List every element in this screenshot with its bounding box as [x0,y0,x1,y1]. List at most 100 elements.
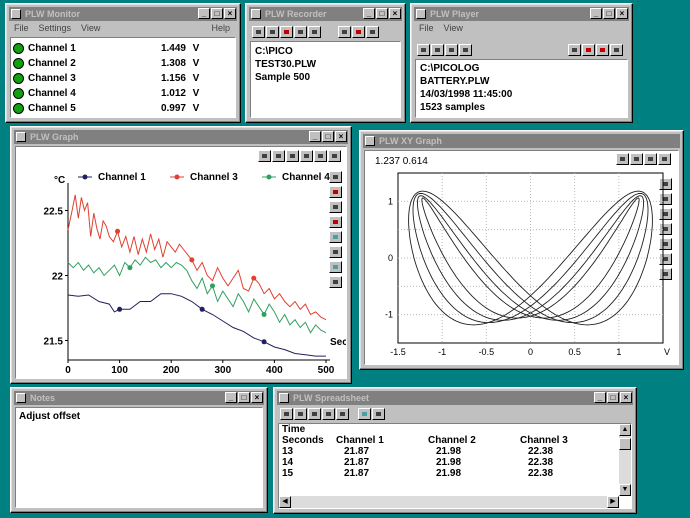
first-row-icon[interactable] [280,408,293,420]
menu-help[interactable]: Help [211,22,230,35]
stop-icon[interactable] [596,44,609,56]
recorder-title-bar[interactable]: PLW Recorder _ □ × [249,7,402,21]
system-menu-icon[interactable] [251,9,261,19]
minimize-button[interactable]: _ [309,131,321,142]
header-channel-3: Channel 3 [520,435,568,446]
play-icon[interactable] [582,44,595,56]
channel-row: Channel 4 1.012 V [11,86,235,101]
notes-text-area[interactable]: Adjust offset [15,407,263,508]
cell-value: 21.87 [344,446,370,457]
help-icon[interactable] [366,26,379,38]
x-tick-label: 300 [214,365,231,376]
player-title-bar[interactable]: PLW Player _ □ × [414,7,629,21]
maximize-button[interactable]: □ [322,131,334,142]
close-button[interactable]: × [389,8,401,19]
system-menu-icon[interactable] [365,136,375,146]
scroll-down-icon[interactable]: ▼ [619,484,631,496]
scroll-left-icon[interactable]: ◀ [279,496,291,508]
series-marker [117,306,123,312]
scroll-right-icon[interactable]: ▶ [607,496,619,508]
header-blank [334,424,426,435]
rewind-icon[interactable] [568,44,581,56]
minimize-button[interactable]: _ [198,8,210,19]
filter-icon[interactable] [358,408,371,420]
close-button[interactable]: × [335,131,347,142]
system-menu-icon[interactable] [11,9,21,19]
vertical-scrollbar[interactable]: ▲ ▼ [619,424,631,496]
channel-label: Channel 3 [28,73,76,84]
minimize-button[interactable]: _ [594,392,606,403]
scroll-up-icon[interactable]: ▲ [619,424,631,436]
channel-label: Channel 5 [28,103,76,114]
notes-window[interactable]: Notes _ □ × Adjust offset [10,387,268,513]
print-icon[interactable] [372,408,385,420]
monitor-title-bar[interactable]: PLW Monitor _ □ × [9,7,237,21]
y-tick-label: 21.5 [44,337,64,348]
prev-row-icon[interactable] [294,408,307,420]
table-header-row: Time [280,424,570,435]
maximize-button[interactable]: □ [211,8,223,19]
table-header-row: Seconds Channel 1 Channel 2 Channel 3 [280,435,570,446]
settings-icon[interactable] [338,26,351,38]
minimize-button[interactable]: _ [363,8,375,19]
record-icon[interactable] [280,26,293,38]
maximize-button[interactable]: □ [603,8,615,19]
header-blank [518,424,570,435]
recorder-window[interactable]: PLW Recorder _ □ × C:\PICO TEST30.PLW Samp… [245,3,406,123]
channel-unit: V [192,88,200,99]
new-file-icon[interactable] [252,26,265,38]
graph-area: °C Channel 1 Channel 3 Channel 4 0 100 200 30… [15,146,347,379]
close-button[interactable]: × [251,392,263,403]
maximize-button[interactable]: □ [238,392,250,403]
legend-marker [266,174,272,180]
system-menu-icon[interactable] [416,9,426,19]
maximize-button[interactable]: □ [376,8,388,19]
x-tick-label: 1 [616,347,621,357]
xy-lissajous-chart: -1.5 -1 -0.5 0 0.5 1 V 1 0 -1 [385,172,670,357]
cell-value: 21.87 [344,457,370,468]
close-button[interactable]: × [224,8,236,19]
open-file-icon[interactable] [266,26,279,38]
menu-file[interactable]: File [419,22,434,35]
open-file-icon[interactable] [431,44,444,56]
menu-view[interactable]: View [444,22,463,35]
close-button[interactable]: × [620,392,632,403]
notes-title-bar[interactable]: Notes _ □ × [14,391,264,405]
xy-graph-title-bar[interactable]: PLW XY Graph [363,134,680,148]
minimize-button[interactable]: _ [225,392,237,403]
player-window[interactable]: PLW Player _ □ × File View C:\PICOLOG BATT… [410,3,633,123]
save-icon[interactable] [445,44,458,56]
last-row-icon[interactable] [322,408,335,420]
menu-settings[interactable]: Settings [39,22,72,35]
system-menu-icon[interactable] [16,132,26,142]
trigger-icon[interactable] [352,26,365,38]
spreadsheet-window[interactable]: PLW Spreadsheet _ □ × Time Seconds Channel … [273,387,637,514]
system-menu-icon[interactable] [279,393,289,403]
horizontal-scrollbar[interactable]: ◀ ▶ [279,496,619,508]
x-tick-label: 500 [318,365,335,376]
pause-icon[interactable] [294,26,307,38]
spreadsheet-title-bar[interactable]: PLW Spreadsheet _ □ × [277,391,633,405]
minimize-button[interactable]: _ [590,8,602,19]
stop-icon[interactable] [308,26,321,38]
graph-window[interactable]: PLW Graph _ □ × °C Channel 1 Channel 3 Chann… [10,126,352,384]
next-row-icon[interactable] [308,408,321,420]
player-path: C:\PICOLOG [420,63,480,74]
print-icon[interactable] [459,44,472,56]
copy-icon[interactable] [336,408,349,420]
status-led-icon [13,88,24,99]
system-menu-icon[interactable] [16,393,26,403]
monitor-window[interactable]: PLW Monitor _ □ × File Settings View Help … [5,3,241,123]
close-button[interactable]: × [616,8,628,19]
xy-graph-window[interactable]: PLW XY Graph 1.237 0.614 -1.5 -1 -0.5 0 0.5 1… [359,130,684,370]
maximize-button[interactable]: □ [607,392,619,403]
new-file-icon[interactable] [417,44,430,56]
menu-file[interactable]: File [14,22,29,35]
x-tick-label: 200 [163,365,180,376]
help-icon[interactable] [610,44,623,56]
menu-view[interactable]: View [81,22,100,35]
scroll-thumb[interactable] [619,438,631,450]
header-channel-2: Channel 2 [428,435,476,446]
x-tick-label: -1 [438,347,446,357]
graph-title-bar[interactable]: PLW Graph _ □ × [14,130,348,144]
